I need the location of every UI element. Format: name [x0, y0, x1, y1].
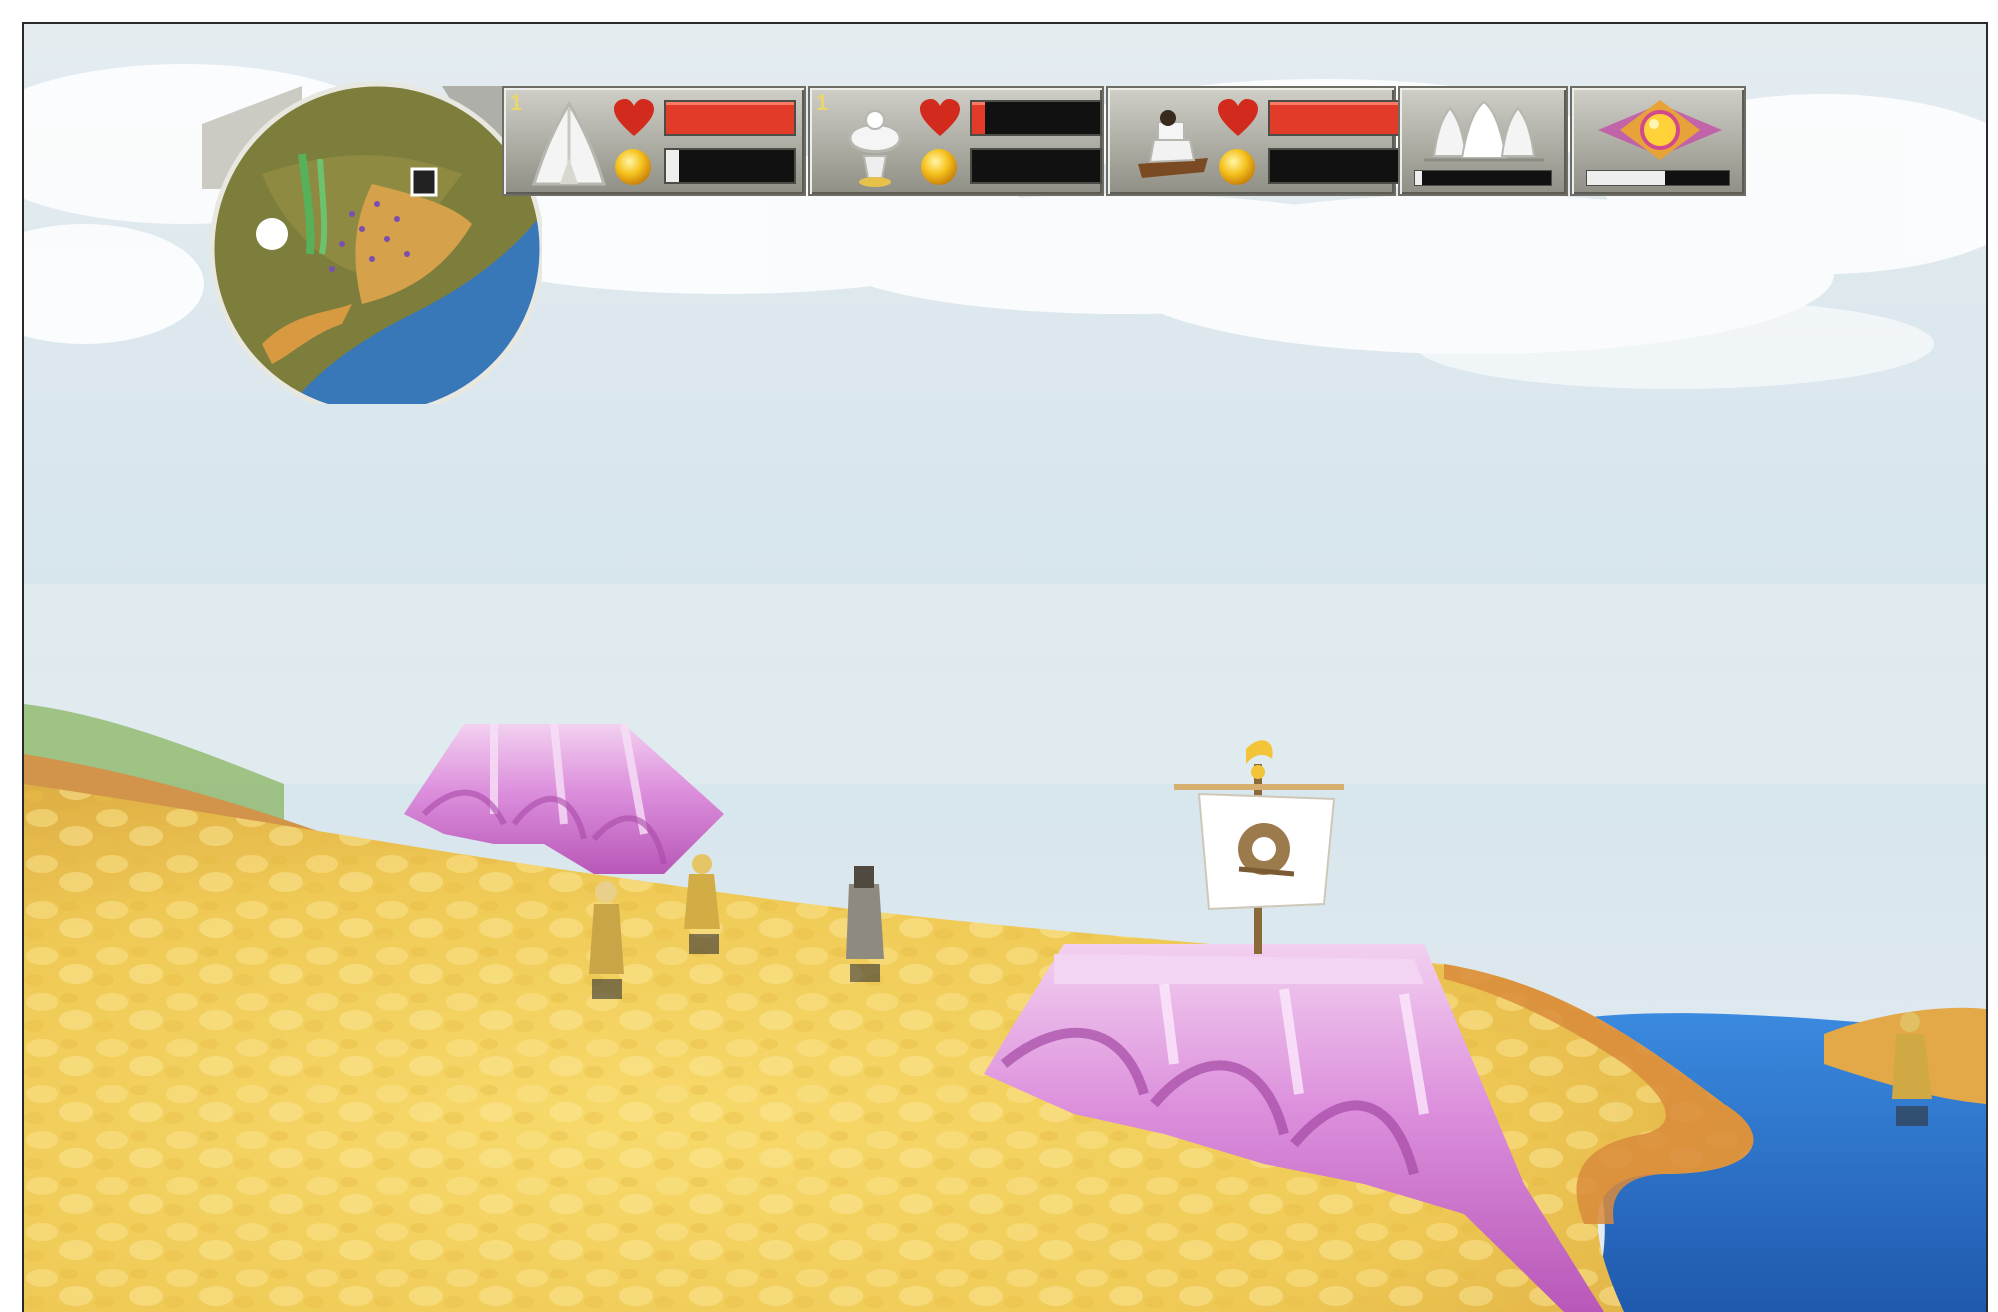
mana-orb-icon: [921, 149, 957, 185]
brave-tent-icon: [531, 101, 607, 186]
warriors-panel[interactable]: 1: [808, 86, 1104, 196]
horizon-haze: [24, 584, 1986, 784]
shaman-mana-bar: [1586, 170, 1730, 186]
braves-panel[interactable]: 1: [502, 86, 806, 196]
mana-orb-icon: [615, 149, 651, 185]
game-viewport[interactable]: 1 1: [22, 22, 1988, 1312]
warriors-health-bar: [970, 100, 1102, 136]
huts-icon: [1424, 100, 1544, 162]
warriors-mana-bar: [970, 148, 1102, 184]
buildings-panel[interactable]: [1398, 86, 1568, 196]
minimap[interactable]: [202, 64, 545, 417]
warriors-count: 1: [816, 90, 829, 115]
warrior-icon: [848, 110, 902, 187]
shaman-panel[interactable]: [1570, 86, 1746, 196]
health-heart-icon: [614, 99, 654, 136]
shaman-gem-icon: [1598, 100, 1722, 160]
preachers-panel[interactable]: [1106, 86, 1400, 196]
mana-orb-icon: [1219, 149, 1255, 185]
hud-bar: 1 1: [202, 64, 1802, 417]
preachers-mana-bar: [1268, 148, 1400, 184]
health-heart-icon: [920, 99, 960, 136]
braves-count: 1: [510, 90, 523, 115]
preacher-icon: [1138, 110, 1208, 178]
braves-health-bar: [664, 100, 796, 136]
braves-mana-bar: [664, 148, 796, 184]
preachers-health-bar: [1268, 100, 1400, 136]
buildings-progress-bar: [1414, 170, 1552, 186]
health-heart-icon: [1218, 99, 1258, 136]
